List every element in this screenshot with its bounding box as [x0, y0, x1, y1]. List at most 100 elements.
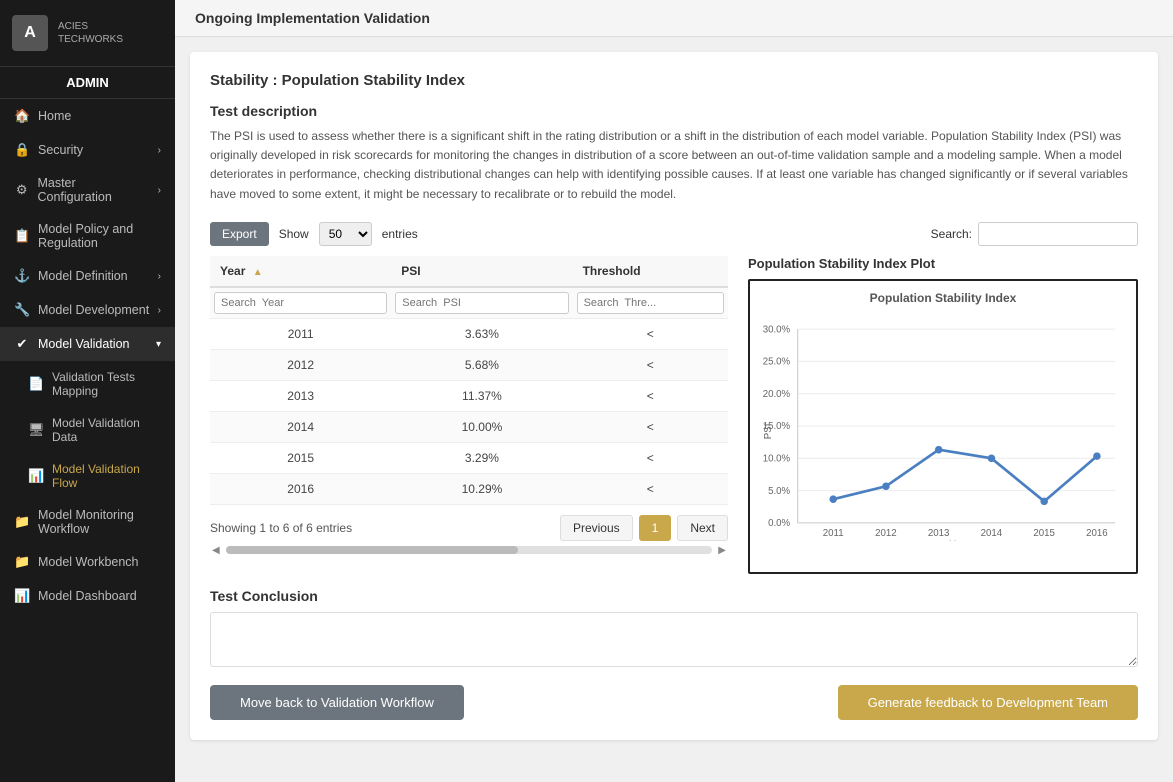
bar-chart-icon: 📊 — [14, 588, 30, 604]
export-button[interactable]: Export — [210, 222, 269, 246]
sidebar-item-model-development[interactable]: 🔧 Model Development › — [0, 293, 175, 327]
table-wrapper: Year ▲ PSI Threshold — [210, 256, 728, 505]
col-header-threshold[interactable]: Threshold — [573, 256, 728, 287]
sidebar-item-model-definition-label: Model Definition — [38, 269, 128, 283]
data-point-2011 — [829, 495, 837, 503]
svg-text:2015: 2015 — [1033, 528, 1055, 539]
page-1-button[interactable]: 1 — [639, 515, 672, 541]
clipboard-icon: 📋 — [14, 228, 30, 244]
next-button[interactable]: Next — [677, 515, 728, 541]
svg-text:2014: 2014 — [981, 528, 1003, 539]
table-row: 2014 10.00% < — [210, 411, 728, 442]
search-input[interactable] — [978, 222, 1138, 246]
data-point-2013 — [935, 446, 943, 454]
cell-psi: 3.63% — [391, 318, 572, 349]
search-year-input[interactable] — [214, 292, 387, 314]
cell-psi: 10.00% — [391, 411, 572, 442]
cell-year: 2013 — [210, 380, 391, 411]
sort-icon-year: ▲ — [253, 267, 263, 278]
chart-box: Population Stability Index 30.0% 25.0% 2… — [748, 279, 1138, 574]
top-bar: Ongoing Implementation Validation — [175, 0, 1173, 37]
sidebar-item-security[interactable]: 🔒 Security › — [0, 133, 175, 167]
sidebar-item-model-validation-data[interactable]: 🖥 Model Validation Data — [0, 407, 175, 453]
sidebar-item-security-label: Security — [38, 143, 83, 157]
chevron-down-icon: ▾ — [156, 339, 161, 350]
scroll-right-arrow[interactable]: ▶ — [716, 545, 728, 556]
table-chart-section: Export Show 10 25 50 100 entries Search: — [210, 222, 1138, 574]
cell-psi: 3.29% — [391, 442, 572, 473]
svg-text:30.0%: 30.0% — [763, 324, 791, 335]
cell-threshold: < — [573, 318, 728, 349]
cell-year: 2015 — [210, 442, 391, 473]
show-select[interactable]: 10 25 50 100 — [319, 222, 372, 246]
sidebar-item-home-label: Home — [38, 109, 71, 123]
search-year-cell — [210, 287, 391, 319]
cell-threshold: < — [573, 411, 728, 442]
sidebar-item-home[interactable]: 🏠 Home — [0, 99, 175, 133]
show-label: Show — [279, 227, 309, 241]
previous-button[interactable]: Previous — [560, 515, 633, 541]
pagination-controls: Previous 1 Next — [560, 515, 728, 541]
chart-container: Population Stability Index Plot Populati… — [748, 256, 1138, 574]
page-title: Ongoing Implementation Validation — [195, 10, 430, 26]
feedback-button[interactable]: Generate feedback to Development Team — [838, 685, 1138, 720]
sidebar-item-model-validation[interactable]: ✔ Model Validation ▾ — [0, 327, 175, 361]
cell-threshold: < — [573, 442, 728, 473]
sidebar: A ACIESTECHWORKS ADMIN 🏠 Home 🔒 Security… — [0, 0, 175, 782]
sidebar-item-model-monitoring[interactable]: 📁 Model Monitoring Workflow — [0, 499, 175, 545]
cell-psi: 5.68% — [391, 349, 572, 380]
sidebar-item-model-workbench-label: Model Workbench — [38, 555, 139, 569]
sidebar-item-model-validation-flow[interactable]: 📊 Model Validation Flow — [0, 453, 175, 499]
logo-icon: A — [12, 15, 48, 51]
sidebar-item-model-validation-flow-label: Model Validation Flow — [52, 462, 161, 490]
cell-year: 2016 — [210, 473, 391, 504]
sidebar-item-model-validation-data-label: Model Validation Data — [52, 416, 161, 444]
back-button[interactable]: Move back to Validation Workflow — [210, 685, 464, 720]
test-desc-label: Test description — [210, 103, 1138, 119]
description-text: The PSI is used to assess whether there … — [210, 127, 1138, 204]
search-threshold-cell — [573, 287, 728, 319]
check-icon: ✔ — [14, 336, 30, 352]
lock-icon: 🔒 — [14, 142, 30, 158]
chart-section: Year ▲ PSI Threshold — [210, 256, 1138, 574]
sidebar-item-model-dashboard[interactable]: 📊 Model Dashboard — [0, 579, 175, 613]
cell-year: 2012 — [210, 349, 391, 380]
chart-title: Population Stability Index Plot — [748, 256, 1138, 271]
search-label: Search: — [931, 227, 972, 241]
search-threshold-input[interactable] — [577, 292, 724, 314]
svg-text:2012: 2012 — [875, 528, 897, 539]
svg-text:PSI: PSI — [763, 423, 774, 439]
psi-line — [833, 449, 1097, 501]
wrench-icon: 🔧 — [14, 302, 30, 318]
svg-text:20.0%: 20.0% — [763, 389, 791, 400]
pagination-area: Showing 1 to 6 of 6 entries Previous 1 N… — [210, 515, 728, 541]
conclusion-textarea[interactable] — [210, 612, 1138, 667]
svg-text:2016: 2016 — [1086, 528, 1108, 539]
sidebar-item-validation-tests[interactable]: 📄 Validation Tests Mapping — [0, 361, 175, 407]
col-header-year[interactable]: Year ▲ — [210, 256, 391, 287]
main-card: Stability : Population Stability Index T… — [190, 52, 1158, 740]
data-point-2012 — [882, 482, 890, 490]
svg-text:10.0%: 10.0% — [763, 453, 791, 464]
main-content: Ongoing Implementation Validation Stabil… — [175, 0, 1173, 782]
sidebar-item-model-policy[interactable]: 📋 Model Policy and Regulation — [0, 213, 175, 259]
table-section: Year ▲ PSI Threshold — [210, 256, 728, 556]
sidebar-item-model-workbench[interactable]: 📁 Model Workbench — [0, 545, 175, 579]
table-row: 2011 3.63% < — [210, 318, 728, 349]
sidebar-item-model-definition[interactable]: ⚓ Model Definition › — [0, 259, 175, 293]
search-psi-cell — [391, 287, 572, 319]
scroll-left-arrow[interactable]: ◀ — [210, 545, 222, 556]
monitor-icon: 🖥 — [28, 422, 44, 438]
logo-text: ACIESTECHWORKS — [58, 20, 123, 46]
sidebar-item-master-config[interactable]: ⚙ Master Configuration › — [0, 167, 175, 213]
search-psi-input[interactable] — [395, 292, 568, 314]
scroll-bar-area: ◀ ▶ — [210, 545, 728, 556]
data-point-2015 — [1040, 497, 1048, 505]
sidebar-item-model-policy-label: Model Policy and Regulation — [38, 222, 161, 250]
cell-psi: 10.29% — [391, 473, 572, 504]
sidebar-nav: 🏠 Home 🔒 Security › ⚙ Master Configurati… — [0, 99, 175, 782]
cell-year: 2014 — [210, 411, 391, 442]
data-table: Year ▲ PSI Threshold — [210, 256, 728, 505]
col-header-psi[interactable]: PSI — [391, 256, 572, 287]
table-row: 2013 11.37% < — [210, 380, 728, 411]
